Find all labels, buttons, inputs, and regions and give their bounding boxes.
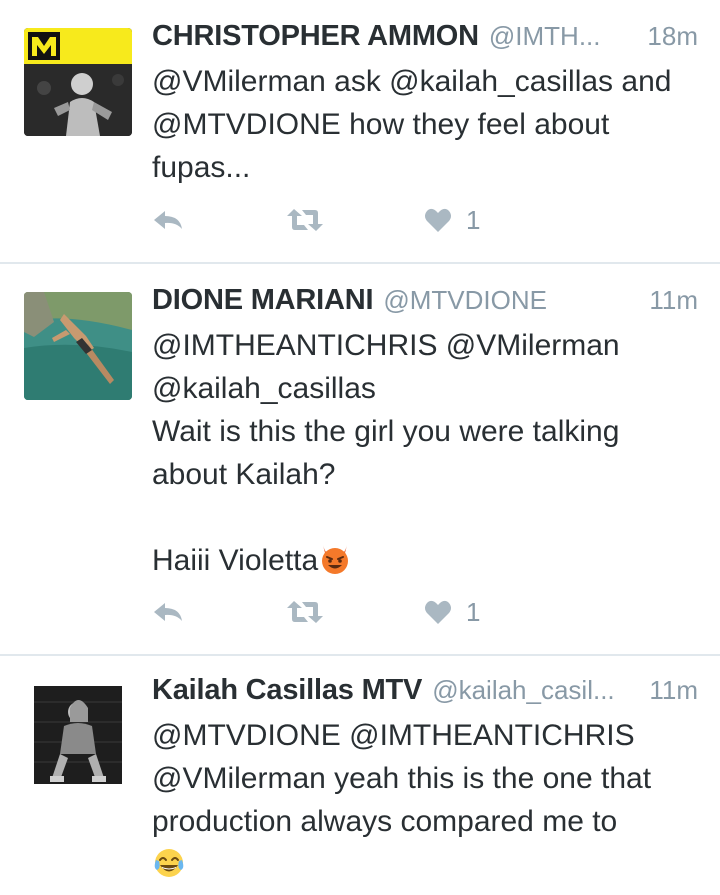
reply-button[interactable] xyxy=(152,200,184,240)
tears-of-joy-emoji xyxy=(154,849,184,877)
timestamp: 11m xyxy=(649,675,698,705)
reply-icon xyxy=(154,211,182,229)
like-count: 1 xyxy=(466,204,481,235)
tweet-card[interactable]: Kailah Casillas MTV @kailah_casil... 11m… xyxy=(0,656,720,895)
display-name[interactable]: CHRISTOPHER AMMON xyxy=(152,20,479,53)
tweet-card[interactable]: CHRISTOPHER AMMON @IMTH... 18m @VMilerma… xyxy=(0,0,720,264)
user-handle[interactable]: @kailah_casil... xyxy=(432,675,639,706)
display-name[interactable]: DIONE MARIANI xyxy=(152,284,374,317)
retweet-icon xyxy=(287,601,323,623)
heart-icon xyxy=(425,208,451,232)
tweet-actions: 1 xyxy=(152,200,698,240)
like-button[interactable]: 1 xyxy=(424,592,480,632)
user-handle[interactable]: @MTVDIONE xyxy=(383,285,639,316)
tweet-header: Kailah Casillas MTV @kailah_casil... 11m xyxy=(152,674,698,712)
tweet-header: DIONE MARIANI @MTVDIONE 11m xyxy=(152,284,698,322)
smiling-devil-emoji xyxy=(322,545,349,574)
tweet-header: CHRISTOPHER AMMON @IMTH... 18m xyxy=(152,20,698,58)
reply-icon xyxy=(154,603,182,621)
tweet-text-body: @IMTHEANTICHRIS @VMilerman @kailah_casil… xyxy=(152,329,620,577)
avatar[interactable] xyxy=(24,28,132,136)
tweet-text: @MTVDIONE @IMTHEANTICHRIS @VMilerman yea… xyxy=(152,714,698,886)
tweet-card[interactable]: DIONE MARIANI @MTVDIONE 11m @IMTHEANTICH… xyxy=(0,264,720,656)
reply-button[interactable] xyxy=(152,592,184,632)
retweet-icon xyxy=(287,209,323,231)
avatar[interactable] xyxy=(24,292,132,400)
timestamp: 18m xyxy=(647,21,698,51)
like-button[interactable]: 1 xyxy=(424,200,480,240)
retweet-button[interactable] xyxy=(286,592,324,632)
timestamp: 11m xyxy=(649,285,698,315)
tweet-text-body: @MTVDIONE @IMTHEANTICHRIS @VMilerman yea… xyxy=(152,719,652,838)
user-handle[interactable]: @IMTH... xyxy=(489,21,638,52)
timeline-feed: CHRISTOPHER AMMON @IMTH... 18m @VMilerma… xyxy=(0,0,720,895)
display-name[interactable]: Kailah Casillas MTV xyxy=(152,674,422,707)
retweet-button[interactable] xyxy=(286,200,324,240)
like-count: 1 xyxy=(466,596,481,627)
avatar[interactable] xyxy=(24,682,132,788)
tweet-text: @IMTHEANTICHRIS @VMilerman @kailah_casil… xyxy=(152,324,698,582)
tweet-text: @VMilerman ask @kailah_casillas and @MTV… xyxy=(152,65,672,184)
heart-icon xyxy=(425,600,451,624)
tweet-actions: 1 xyxy=(152,592,698,632)
